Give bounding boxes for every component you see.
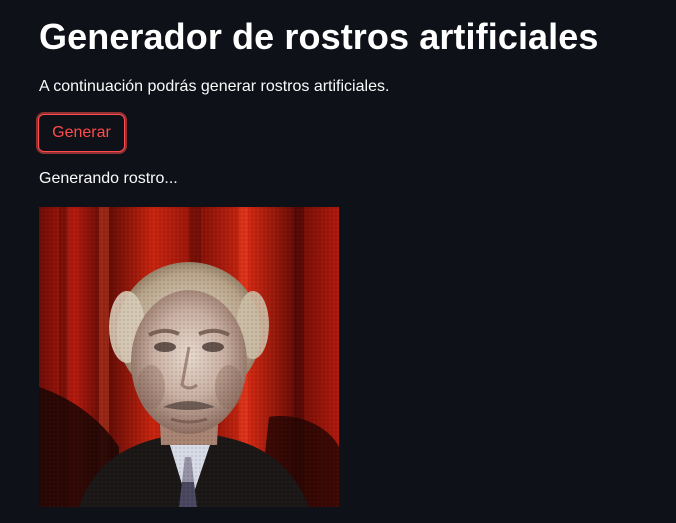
status-text: Generando rostro... (39, 170, 178, 187)
generated-face-image (39, 207, 339, 507)
intro-text: A continuación podrás generar rostros ar… (39, 78, 390, 95)
page-title: Generador de rostros artificiales (39, 16, 599, 57)
generate-button[interactable]: Generar (38, 114, 125, 152)
app-page: Generador de rostros artificiales A cont… (0, 0, 676, 523)
